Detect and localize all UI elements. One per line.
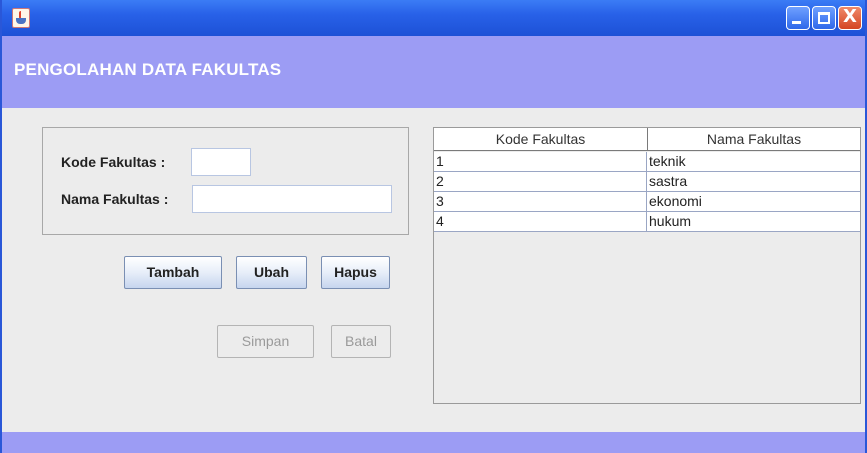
hapus-button[interactable]: Hapus <box>321 256 390 289</box>
table-row[interactable]: 1 teknik <box>434 152 860 172</box>
batal-button[interactable]: Batal <box>331 325 391 358</box>
close-button[interactable]: X <box>838 6 862 30</box>
column-header-kode[interactable]: Kode Fakultas <box>434 128 648 151</box>
table-cell-kode: 3 <box>434 192 647 211</box>
nama-fakultas-input[interactable] <box>192 185 392 213</box>
footer-band <box>2 432 865 453</box>
column-header-nama[interactable]: Nama Fakultas <box>648 128 860 151</box>
table-row[interactable]: 2 sastra <box>434 172 860 192</box>
title-bar[interactable]: X <box>2 0 865 36</box>
minimize-button[interactable] <box>786 6 810 30</box>
java-cup-icon <box>16 18 26 24</box>
maximize-button[interactable] <box>812 6 836 30</box>
table-cell-nama: ekonomi <box>649 193 702 209</box>
nama-fakultas-label: Nama Fakultas : <box>61 191 169 207</box>
table-cell-nama: sastra <box>649 173 688 189</box>
table-cell-nama: hukum <box>649 213 692 229</box>
page-title: PENGOLAHAN DATA FAKULTAS <box>14 60 282 79</box>
table-cell-kode: 2 <box>434 172 647 191</box>
form-panel: Kode Fakultas : Nama Fakultas : <box>42 127 409 235</box>
close-icon: X <box>843 6 857 27</box>
minimize-icon <box>792 21 801 24</box>
app-window: X PENGOLAHAN DATA FAKULTAS Kode Fakultas… <box>0 0 867 453</box>
ubah-button[interactable]: Ubah <box>236 256 307 289</box>
table-cell-kode: 1 <box>434 152 647 171</box>
table-row[interactable]: 4 hukum <box>434 212 860 232</box>
table-cell-nama: teknik <box>649 153 686 169</box>
fakultas-table[interactable]: Kode Fakultas Nama Fakultas 1 teknik 2 s… <box>433 127 861 404</box>
kode-fakultas-input[interactable] <box>191 148 251 176</box>
table-cell-kode: 4 <box>434 212 647 231</box>
tambah-button[interactable]: Tambah <box>124 256 222 289</box>
table-row[interactable]: 3 ekonomi <box>434 192 860 212</box>
table-header: Kode Fakultas Nama Fakultas <box>434 128 860 151</box>
java-icon[interactable] <box>12 8 30 28</box>
kode-fakultas-label: Kode Fakultas : <box>61 154 166 170</box>
simpan-button[interactable]: Simpan <box>217 325 314 358</box>
maximize-icon <box>818 12 830 24</box>
